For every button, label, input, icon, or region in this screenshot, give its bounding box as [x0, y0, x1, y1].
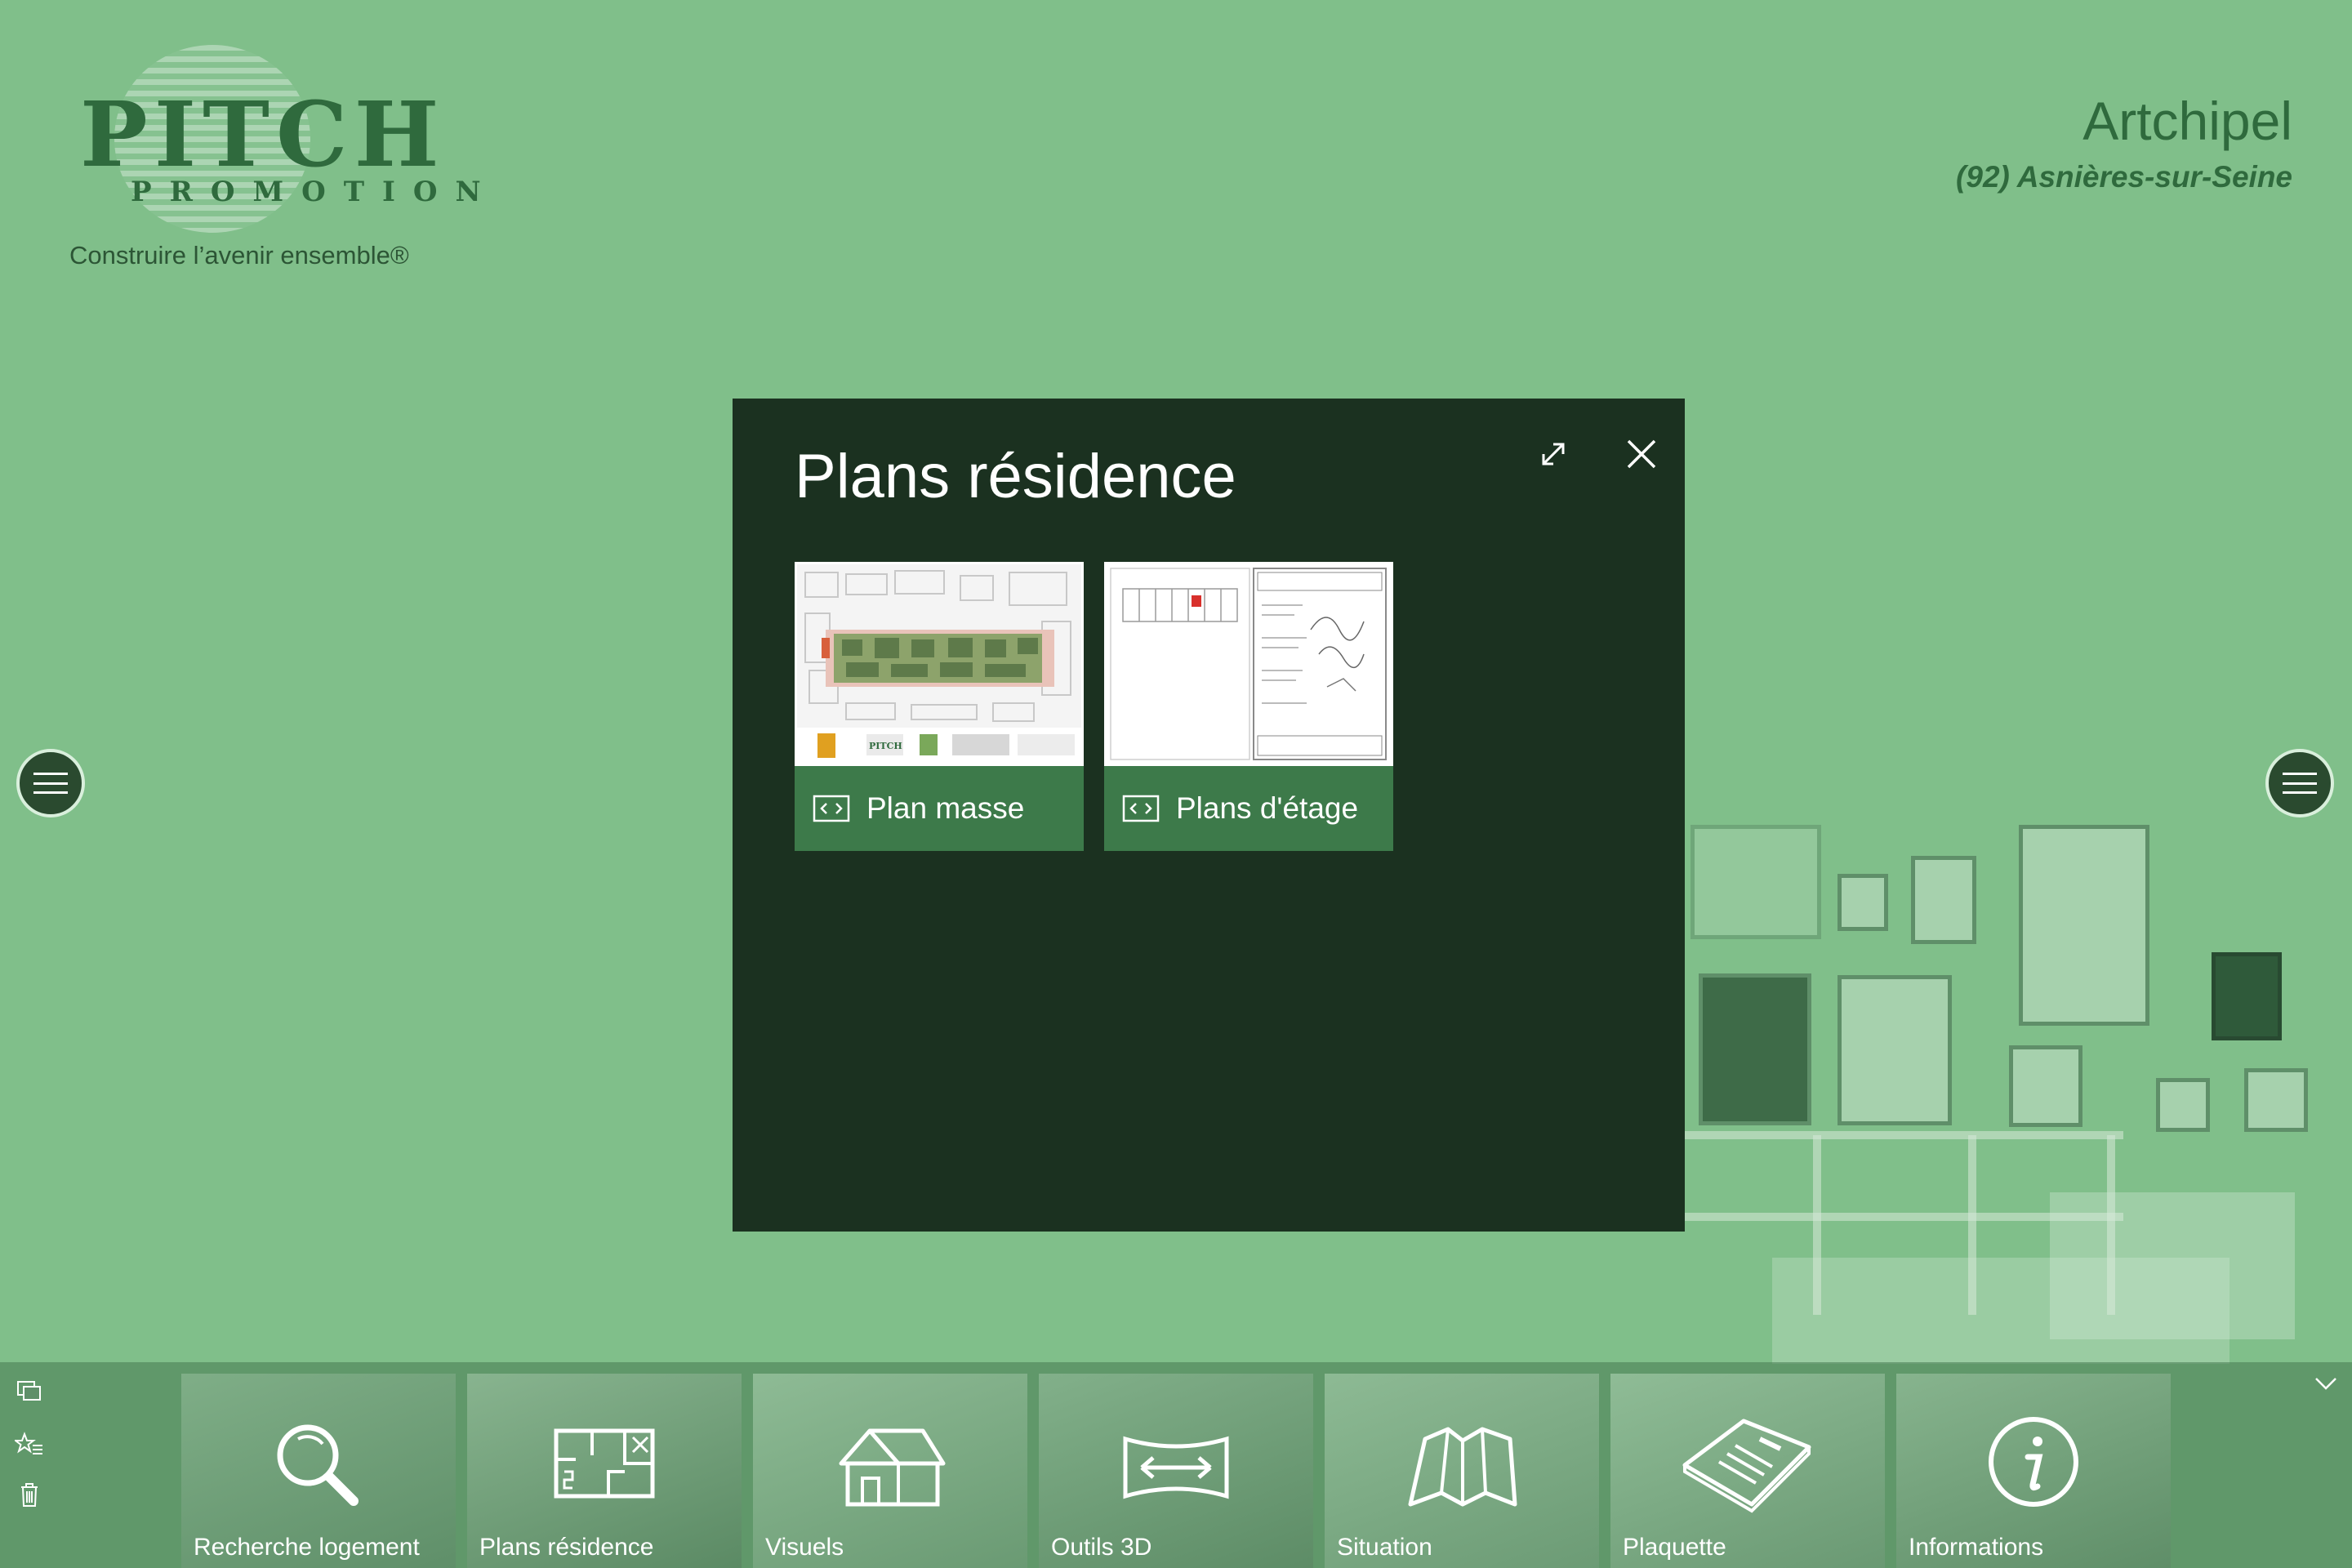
plans-dialog: Plans résidence PITCH Plan masse Plans d… — [733, 399, 1685, 1232]
panorama-icon — [1123, 1436, 1229, 1499]
tile-label: Outils 3D — [1051, 1534, 1152, 1561]
bottom-navigation-bar: Recherche logement Plans résidence Visue… — [0, 1362, 2352, 1568]
plans-etage-card[interactable]: Plans d'étage — [1104, 562, 1393, 851]
code-view-icon — [1122, 795, 1160, 822]
brochure-icon — [1682, 1419, 1811, 1513]
tile-plaquette[interactable]: Plaquette — [1610, 1374, 1885, 1568]
code-view-icon — [813, 795, 850, 822]
pitch-promotion-logo: PITCH PROMOTION Construire l’avenir ense… — [65, 45, 481, 282]
tile-situation[interactable]: Situation — [1325, 1374, 1599, 1568]
magnifier-icon — [277, 1424, 359, 1506]
hamburger-icon — [33, 773, 68, 794]
house-icon — [839, 1428, 946, 1507]
chevron-down-icon[interactable] — [2311, 1369, 2341, 1398]
tile-label: Plaquette — [1623, 1534, 1726, 1561]
trash-icon[interactable] — [15, 1480, 44, 1509]
tile-label: Situation — [1337, 1534, 1432, 1561]
logo-sub: PROMOTION — [131, 176, 499, 208]
expand-icon[interactable] — [1530, 431, 1576, 477]
floorplan-icon — [554, 1428, 655, 1499]
tile-label: Plans résidence — [479, 1534, 654, 1561]
plan-masse-thumbnail: PITCH — [797, 564, 1081, 764]
decor-background — [1666, 800, 2352, 1364]
close-icon[interactable] — [1619, 431, 1664, 477]
favorites-icon[interactable] — [15, 1429, 44, 1459]
plan-masse-footer: Plan masse — [795, 766, 1084, 851]
info-icon — [1989, 1417, 2078, 1507]
project-location: (92) Asnières-sur-Seine — [1956, 160, 2292, 194]
windows-icon[interactable] — [15, 1377, 44, 1406]
tile-recherche-logement[interactable]: Recherche logement — [181, 1374, 456, 1568]
dialog-title: Plans résidence — [795, 442, 1236, 511]
right-menu-button[interactable] — [2265, 749, 2334, 817]
logo-tagline: Construire l’avenir ensemble® — [69, 241, 409, 270]
plans-etage-thumbnail — [1107, 564, 1391, 764]
logo-word: PITCH — [80, 82, 446, 187]
tile-label: Visuels — [765, 1534, 844, 1561]
plan-masse-card[interactable]: PITCH Plan masse — [795, 562, 1084, 851]
left-menu-button[interactable] — [16, 749, 85, 817]
tile-plans-residence[interactable]: Plans résidence — [467, 1374, 742, 1568]
tile-outils-3d[interactable]: Outils 3D — [1039, 1374, 1313, 1568]
tile-label: Recherche logement — [194, 1534, 420, 1561]
tile-informations[interactable]: Informations — [1896, 1374, 2171, 1568]
project-title: Artchipel — [2082, 91, 2292, 151]
plans-etage-footer: Plans d'étage — [1104, 766, 1393, 851]
svg-text:PITCH: PITCH — [869, 741, 902, 751]
plan-masse-label: Plan masse — [866, 791, 1025, 825]
plans-etage-label: Plans d'étage — [1176, 791, 1359, 825]
tile-label: Informations — [1909, 1534, 2044, 1561]
tile-visuels[interactable]: Visuels — [753, 1374, 1027, 1568]
hamburger-icon — [2283, 773, 2317, 794]
side-tools — [0, 1362, 176, 1568]
map-icon — [1408, 1427, 1517, 1507]
